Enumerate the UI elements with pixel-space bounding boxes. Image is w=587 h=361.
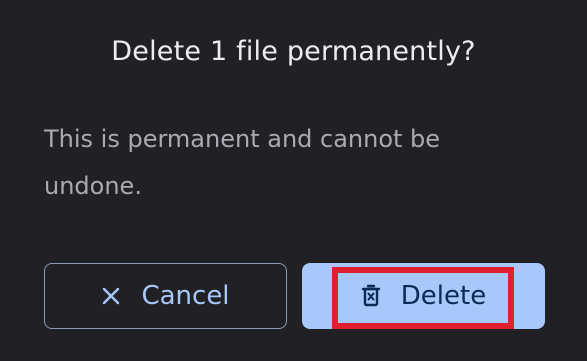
dialog-message: This is permanent and cannot be undone. xyxy=(44,125,441,200)
close-icon xyxy=(101,286,121,306)
cancel-button[interactable]: Cancel xyxy=(44,263,287,329)
delete-button[interactable]: Delete xyxy=(302,263,545,329)
delete-confirm-dialog: Delete 1 file permanently? This is perma… xyxy=(0,0,587,361)
trash-icon xyxy=(361,284,381,308)
cancel-button-label: Cancel xyxy=(141,281,230,311)
dialog-title: Delete 1 file permanently? xyxy=(111,36,476,67)
delete-button-label: Delete xyxy=(400,281,487,311)
